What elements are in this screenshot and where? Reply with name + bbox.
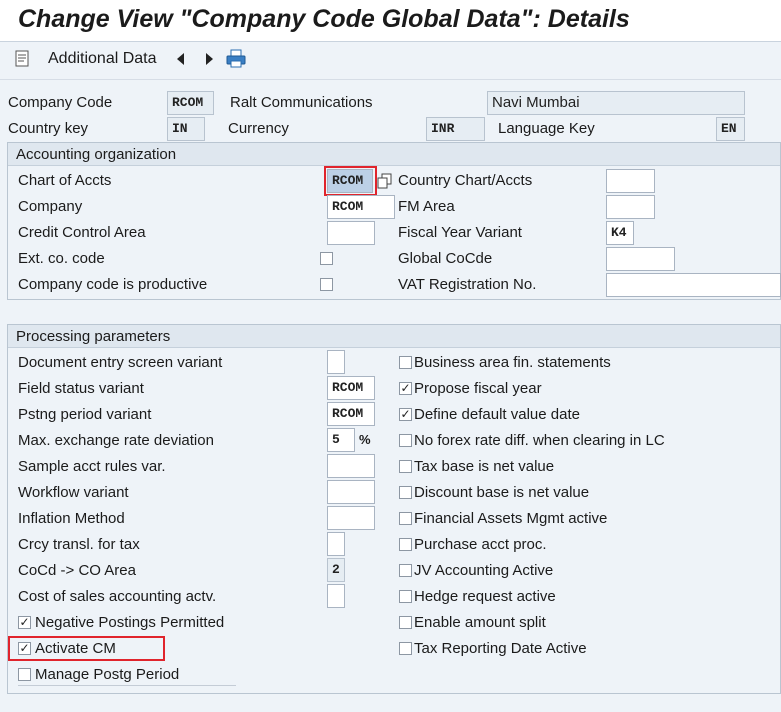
tax-base-is-net-value-label: Tax base is net value [414, 458, 555, 475]
chart-of-accts-highlight [324, 166, 377, 196]
credit-control-label: Credit Control Area [18, 224, 146, 241]
workflow-label: Workflow variant [18, 484, 129, 501]
define-default-value-date-label: Define default value date [414, 406, 580, 423]
activate-cm-label: Activate CM [35, 640, 116, 657]
inflation-field[interactable] [327, 506, 375, 530]
next-icon[interactable] [203, 52, 215, 66]
chart-of-accts-label: Chart of Accts [18, 172, 112, 189]
currency-field: INR [426, 117, 485, 141]
fm-area-label: FM Area [398, 198, 455, 215]
percent-unit: % [359, 432, 371, 447]
discount-base-is-net-value-checkbox[interactable] [399, 486, 412, 499]
sample-acct-label: Sample acct rules var. [18, 458, 166, 475]
business-area-fin-statements-checkbox[interactable] [399, 356, 412, 369]
processing-parameters-title: Processing parameters [16, 328, 171, 345]
discount-base-is-net-value-label: Discount base is net value [414, 484, 590, 501]
hedge-request-active-label: Hedge request active [414, 588, 556, 605]
country-chart-field[interactable] [606, 169, 655, 193]
no-forex-rate-diff-when-clearing-in-lc-label: No forex rate diff. when clearing in LC [414, 432, 665, 449]
doc-entry-field[interactable] [327, 350, 345, 374]
max-exchange-label: Max. exchange rate deviation [18, 432, 214, 449]
country-chart-label: Country Chart/Accts [398, 172, 533, 189]
global-cocde-label: Global CoCde [398, 250, 493, 267]
company-name: Ralt Communications [230, 94, 373, 111]
company-code-field: RCOM [167, 91, 214, 115]
crcy-transl-field[interactable] [327, 532, 345, 556]
pstng-period-field[interactable]: RCOM [327, 402, 375, 426]
manage-postg-label: Manage Postg Period [35, 666, 180, 683]
productive-checkbox[interactable] [320, 278, 333, 291]
neg-postings-label: Negative Postings Permitted [35, 614, 225, 631]
global-cocde-field[interactable] [606, 247, 675, 271]
cocd-co-field: 2 [327, 558, 345, 582]
language-key-label: Language Key [498, 120, 595, 137]
document-icon[interactable] [14, 50, 32, 68]
tax-base-is-net-value-checkbox[interactable] [399, 460, 412, 473]
company-code-label: Company Code [8, 94, 113, 111]
hedge-request-active-checkbox[interactable] [399, 590, 412, 603]
prev-icon[interactable] [175, 52, 187, 66]
tax-reporting-date-active-checkbox[interactable] [399, 642, 412, 655]
copy-icon[interactable] [377, 173, 393, 189]
financial-assets-mgmt-active-label: Financial Assets Mgmt active [414, 510, 608, 527]
crcy-transl-label: Crcy transl. for tax [18, 536, 140, 553]
fiscal-year-variant-label: Fiscal Year Variant [398, 224, 522, 241]
enable-amount-split-checkbox[interactable] [399, 616, 412, 629]
fiscal-year-variant-field[interactable]: K4 [606, 221, 634, 245]
printer-icon[interactable] [225, 49, 247, 69]
cocd-co-label: CoCd -> CO Area [18, 562, 136, 579]
jv-accounting-active-label: JV Accounting Active [414, 562, 554, 579]
ext-co-code-label: Ext. co. code [18, 250, 105, 267]
neg-postings-checkbox[interactable]: ✓ [18, 616, 31, 629]
currency-label: Currency [228, 120, 289, 137]
financial-assets-mgmt-active-checkbox[interactable] [399, 512, 412, 525]
field-status-label: Field status variant [18, 380, 144, 397]
country-key-field: IN [167, 117, 205, 141]
tax-reporting-date-active-label: Tax Reporting Date Active [414, 640, 587, 657]
city-field: Navi Mumbai [487, 91, 745, 115]
vat-label: VAT Registration No. [398, 276, 537, 293]
jv-accounting-active-checkbox[interactable] [399, 564, 412, 577]
company-field[interactable]: RCOM [327, 195, 395, 219]
language-key-field: EN [716, 117, 745, 141]
page-title: Change View "Company Code Global Data": … [18, 5, 630, 33]
propose-fiscal-year-label: Propose fiscal year [414, 380, 542, 397]
define-default-value-date-checkbox[interactable]: ✓ [399, 408, 412, 421]
productive-label: Company code is productive [18, 276, 208, 293]
purchase-acct-proc-checkbox[interactable] [399, 538, 412, 551]
propose-fiscal-year-checkbox[interactable]: ✓ [399, 382, 412, 395]
activate-cm-checkbox[interactable]: ✓ [18, 642, 31, 655]
title-bar: Change View "Company Code Global Data": … [0, 0, 781, 42]
enable-amount-split-label: Enable amount split [414, 614, 546, 631]
pstng-period-label: Pstng period variant [18, 406, 152, 423]
field-status-field[interactable]: RCOM [327, 376, 375, 400]
credit-control-field[interactable] [327, 221, 375, 245]
no-forex-rate-diff-when-clearing-in-lc-checkbox[interactable] [399, 434, 412, 447]
business-area-fin-statements-label: Business area fin. statements [414, 354, 611, 371]
manage-postg-checkbox[interactable] [18, 668, 31, 681]
purchase-acct-proc-label: Purchase acct proc. [414, 536, 547, 553]
ext-co-code-checkbox[interactable] [320, 252, 333, 265]
doc-entry-label: Document entry screen variant [18, 354, 223, 371]
sample-acct-field[interactable] [327, 454, 375, 478]
vat-field[interactable] [606, 273, 781, 297]
cost-of-sales-label: Cost of sales accounting actv. [18, 588, 217, 605]
company-label: Company [18, 198, 83, 215]
workflow-field[interactable] [327, 480, 375, 504]
divider [18, 685, 236, 686]
accounting-organization-title: Accounting organization [16, 146, 177, 163]
inflation-label: Inflation Method [18, 510, 125, 527]
country-key-label: Country key [8, 120, 89, 137]
fm-area-field[interactable] [606, 195, 655, 219]
additional-data-button[interactable]: Additional Data [48, 50, 157, 68]
cost-of-sales-field[interactable] [327, 584, 345, 608]
max-exchange-field[interactable]: 5 [327, 428, 355, 452]
